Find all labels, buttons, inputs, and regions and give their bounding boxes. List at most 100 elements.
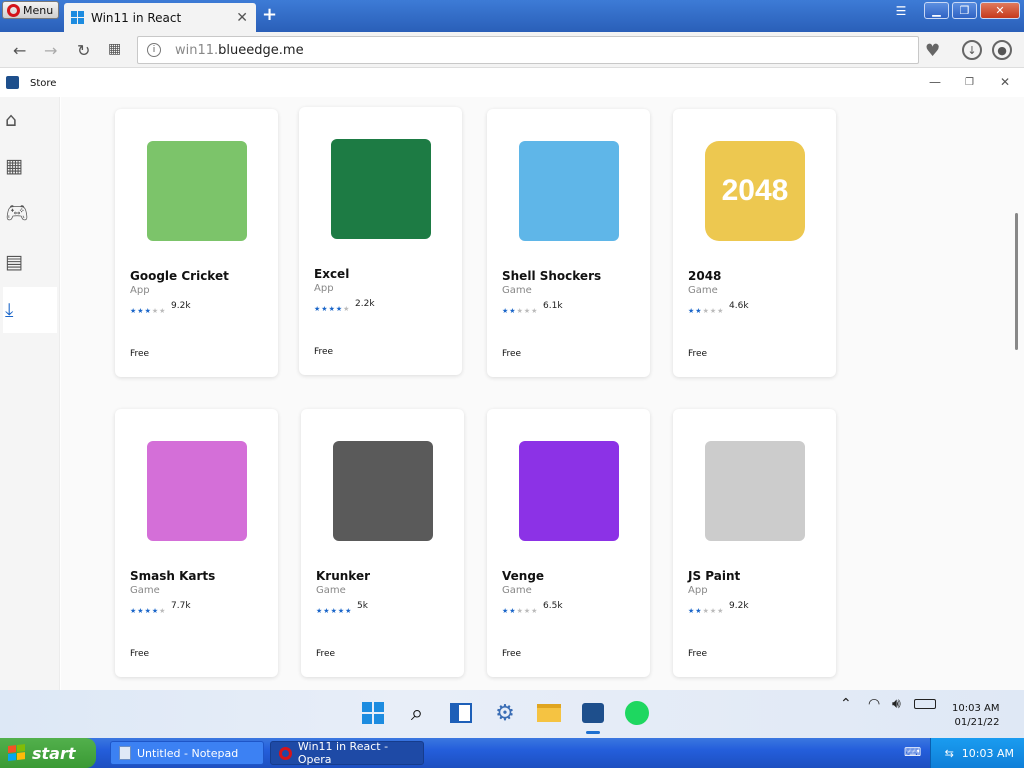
close-tab-icon[interactable]: ✕ [236,10,248,26]
task-label-opera: Win11 in React - Opera [297,740,389,766]
minimize-window-button[interactable]: ▁ [924,2,949,19]
rating-count: 6.1k [543,301,563,311]
win11-clock[interactable]: 10:03 AM 01/21/22 [952,702,999,730]
volume-icon[interactable]: 🔊︎ [892,696,901,712]
sidebar-item-downloads[interactable]: ⤓ [3,287,57,333]
sidebar-item-home[interactable]: ⌂ [3,97,57,143]
rating-count: 7.7k [171,601,191,611]
spotify-icon[interactable] [622,698,652,728]
app-thumbnail-icon [147,441,247,541]
desktop: Menu Win11 in React ✕ + ☰ ▁ ❐ ✕ ← → ↻ ▦ … [0,0,1024,768]
app-price: Free [688,649,708,659]
back-arrow-icon[interactable]: ← [13,41,26,60]
taskbar-button-opera[interactable]: Win11 in React - Opera [270,740,424,766]
opera-logo-icon [7,3,20,17]
app-thumbnail-icon [147,141,247,241]
browser-nav-bar: ← → ↻ ▦ i win11. blueedge.me ♥ ↓ ● [0,32,1024,68]
xp-taskbar: start Untitled - Notepad Win11 in React … [0,738,1024,768]
close-window-button[interactable]: ✕ [980,2,1020,19]
app-card[interactable]: Krunker Game ★★★★★ 5k Free [301,409,464,677]
file-explorer-icon[interactable] [534,698,564,728]
site-info-icon[interactable]: i [147,43,161,57]
sidebar-item-movies[interactable]: ▤ [3,239,57,285]
start-label: start [32,743,76,763]
opera-taskbar-icon [279,746,292,760]
rating-stars-icon: ★★★★★ [314,305,351,313]
home-icon: ⌂ [5,109,18,131]
windows-flag-icon [8,744,26,762]
keyboard-icon[interactable]: ⌨ [904,745,921,759]
forward-arrow-icon[interactable]: → [44,41,57,60]
app-kind: Game [130,585,160,596]
address-bar[interactable]: i win11. blueedge.me [137,36,919,64]
battery-icon[interactable] [914,699,936,709]
search-icon[interactable]: ⌕ [402,698,432,728]
sidebar-item-games[interactable]: 🎮︎ [3,189,57,235]
settings-gear-icon[interactable]: ⚙ [490,698,520,728]
taskbar-button-notepad[interactable]: Untitled - Notepad [110,741,264,765]
sidebar-item-apps[interactable]: ▦ [3,143,57,189]
rating-count: 2.2k [355,299,375,309]
app-name: Shell Shockers [502,269,602,283]
download-icon[interactable]: ↓ [962,40,982,60]
rating-stars-icon: ★★★★★ [130,607,167,615]
widgets-icon[interactable] [446,698,476,728]
app-card[interactable]: Shell Shockers Game ★★★★★ 6.1k Free [487,109,650,377]
notepad-icon [119,746,131,760]
network-tray-icon[interactable]: ⇆ [945,747,954,760]
account-icon[interactable]: ● [992,40,1012,60]
app-card[interactable]: Smash Karts Game ★★★★★ 7.7k Free [115,409,278,677]
rating-stars-icon: ★★★★★ [502,307,539,315]
app-thumbnail-icon [705,441,805,541]
browser-tab-active[interactable]: Win11 in React ✕ [64,3,256,32]
store-taskbar-icon[interactable] [578,698,608,728]
opera-menu-button[interactable]: Menu [2,1,59,19]
new-tab-button[interactable]: + [262,4,277,25]
app-thumbnail-icon [519,441,619,541]
app-kind: Game [502,285,532,296]
xp-clock[interactable]: 10:03 AM [962,747,1014,760]
app-logo-text: 2048 [721,174,789,207]
rating-count: 4.6k [729,301,749,311]
wifi-icon[interactable]: ◠ [868,696,880,712]
app-price: Free [502,349,522,359]
windows-logo-icon [71,10,85,25]
xp-start-button[interactable]: start [0,738,96,768]
app-name: Excel [314,267,350,281]
app-card[interactable]: Google Cricket App ★★★★★ 9.2k Free [115,109,278,377]
bookmark-heart-icon[interactable]: ♥ [925,41,940,61]
app-name: Smash Karts [130,569,216,583]
rating-count: 9.2k [171,301,191,311]
rating-count: 5k [357,601,368,611]
rating-stars-icon: ★★★★★ [316,607,353,615]
app-kind: Game [316,585,346,596]
store-maximize-icon[interactable]: ❐ [965,77,974,88]
win11-start-icon[interactable] [358,698,388,728]
tray-overflow-chevron-icon[interactable]: ⌃ [840,696,852,712]
store-content: Google Cricket App ★★★★★ 9.2k Free Excel App ★★… [61,97,1024,690]
url-prefix: win11. [175,42,219,58]
app-card[interactable]: Excel App ★★★★★ 2.2k Free [299,107,462,375]
rating-stars-icon: ★★★★★ [688,307,725,315]
store-sidebar: ⌂ ▦ 🎮︎ ▤ ⤓ [0,97,60,690]
speed-dial-grid-icon[interactable]: ▦ [108,41,121,57]
xp-system-tray: ⇆ 10:03 AM [930,738,1024,768]
rating-count: 6.5k [543,601,563,611]
gamepad-icon: 🎮︎ [5,201,30,224]
content-scrollbar[interactable] [1015,213,1018,350]
rating-stars-icon: ★★★★★ [688,607,725,615]
app-price: Free [688,349,708,359]
app-name: Krunker [316,569,371,583]
store-close-icon[interactable]: ✕ [1000,75,1010,89]
app-price: Free [502,649,522,659]
app-card[interactable]: JS Paint App ★★★★★ 9.2k Free [673,409,836,677]
store-minimize-icon[interactable]: — [929,75,941,89]
app-card[interactable]: Venge Game ★★★★★ 6.5k Free [487,409,650,677]
restore-window-button[interactable]: ❐ [952,2,977,19]
url-host: blueedge.me [218,42,304,58]
app-name: JS Paint [688,569,741,583]
reload-icon[interactable]: ↻ [77,41,90,60]
app-card[interactable]: 2048 2048 Game ★★★★★ 4.6k Free [673,109,836,377]
tab-menu-icon[interactable]: ☰ [892,3,910,19]
browser-tab-bar: Menu Win11 in React ✕ + ☰ ▁ ❐ ✕ [0,0,1024,32]
